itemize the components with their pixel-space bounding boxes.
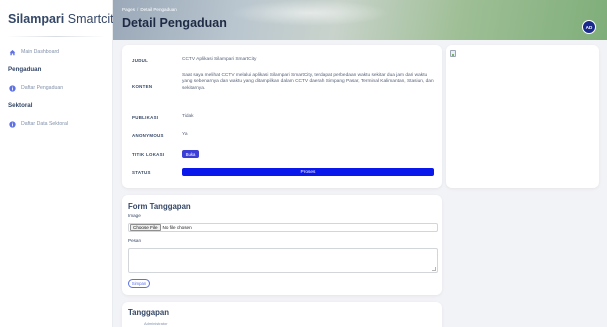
image-file-input[interactable]: Choose File No file chosen <box>128 223 438 232</box>
resize-grip-icon[interactable] <box>432 267 436 271</box>
konten-label: KONTEN <box>132 84 153 89</box>
choose-file-button[interactable]: Choose File <box>130 224 161 231</box>
breadcrumb-root[interactable]: Pages <box>122 7 135 12</box>
save-button[interactable]: Simpan <box>128 279 150 288</box>
status-badge: Proses <box>182 168 434 176</box>
image-card <box>446 45 599 188</box>
pesan-textarea[interactable] <box>128 248 438 273</box>
image-label: Image <box>128 213 141 218</box>
header-banner-highlight <box>230 0 390 26</box>
brand-name-bold: Silampari <box>8 12 65 26</box>
sidebar-item-main-dashboard[interactable]: Main Dashboard <box>8 48 59 56</box>
form-title: Form Tanggapan <box>128 202 191 211</box>
sidebar-item-label: Daftar Data Sektoral <box>21 121 68 127</box>
page-title: Detail Pengaduan <box>122 16 227 30</box>
anonymous-label: ANONYMOUS <box>132 133 164 138</box>
responses-card: Tanggapan Administrator <box>122 302 442 327</box>
titik-lokasi-label: TITIK LOKASI <box>132 152 165 157</box>
response-author: Administrator <box>144 321 168 326</box>
open-location-button[interactable]: Buka <box>182 150 199 158</box>
responses-title: Tanggapan <box>128 308 170 317</box>
status-label: STATUS <box>132 170 151 175</box>
file-status-text: No file chosen <box>162 225 192 230</box>
breadcrumb-current: Detail Pengaduan <box>140 7 177 12</box>
info-circle-icon <box>8 84 16 92</box>
anonymous-value: Ya <box>182 132 188 137</box>
home-icon <box>8 48 16 56</box>
section-heading-pengaduan: Pengaduan <box>8 66 42 73</box>
sidebar-item-daftar-pengaduan[interactable]: Daftar Pengaduan <box>8 84 63 92</box>
breadcrumb-separator: / <box>137 7 139 12</box>
brand-logo[interactable]: Silampari Smartcity <box>8 12 120 26</box>
section-heading-sektoral: Sektoral <box>8 102 33 109</box>
judul-value: CCTV Aplikasi Silampari SmartCity <box>182 57 257 62</box>
publikasi-value: Tidak <box>182 114 194 119</box>
avatar[interactable]: AD <box>582 20 596 34</box>
judul-label: JUDUL <box>132 58 149 63</box>
pesan-label: Pesan <box>128 238 142 243</box>
sidebar-item-daftar-data-sektoral[interactable]: Daftar Data Sektoral <box>8 120 68 128</box>
detail-card: JUDUL CCTV Aplikasi Silampari SmartCity … <box>122 45 442 188</box>
brand-name-rest: Smartcity <box>64 12 120 26</box>
sidebar: Silampari Smartcity Main Dashboard Penga… <box>0 0 120 327</box>
sidebar-item-label: Main Dashboard <box>21 49 60 55</box>
broken-image-icon <box>450 50 456 57</box>
publikasi-label: PUBLIKASI <box>132 115 159 120</box>
breadcrumb: Pages / Detail Pengaduan <box>122 7 177 12</box>
sidebar-divider <box>6 36 106 37</box>
konten-value: Saat saya melihat CCTV melalui aplikasi … <box>182 73 434 91</box>
response-form-card: Form Tanggapan Image Choose File No file… <box>122 195 442 295</box>
sidebar-item-label: Daftar Pengaduan <box>21 85 64 91</box>
info-circle-icon <box>8 120 16 128</box>
